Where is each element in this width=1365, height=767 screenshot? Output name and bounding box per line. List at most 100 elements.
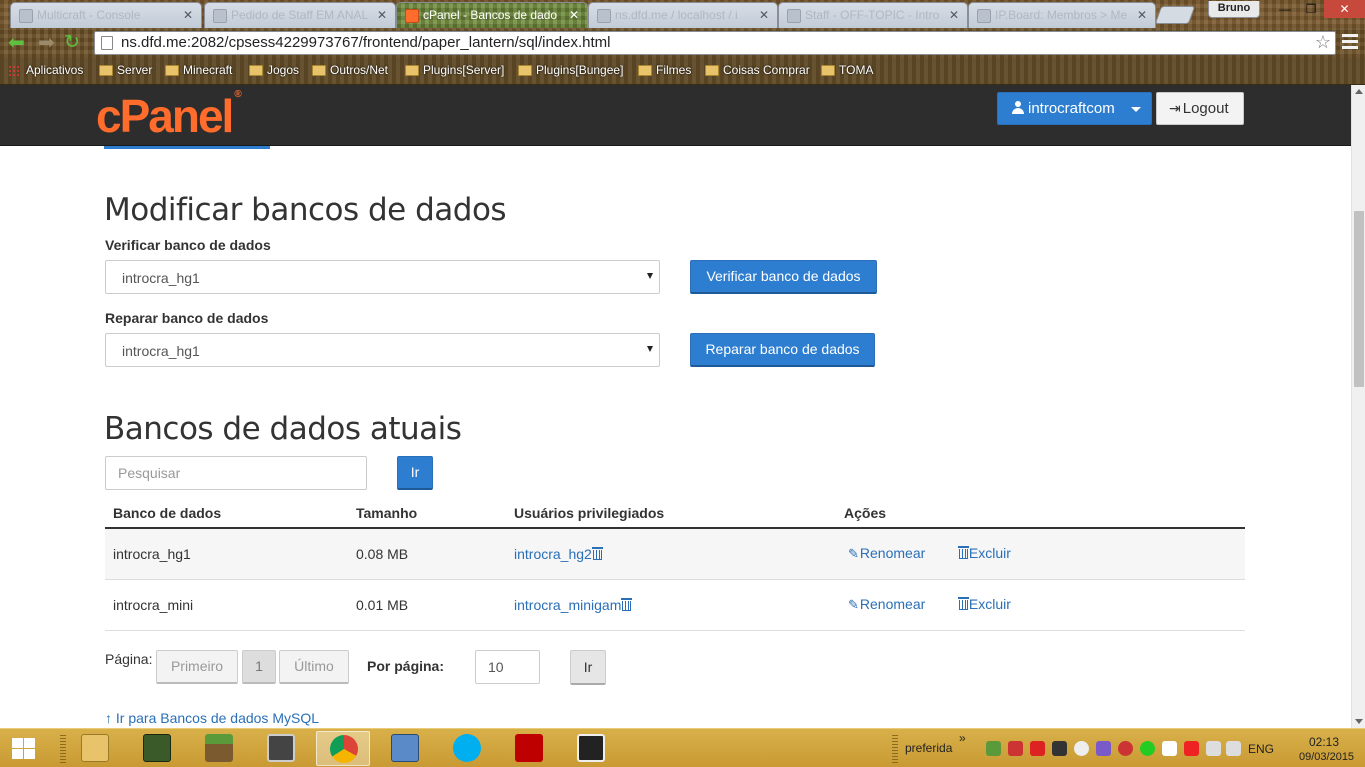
headset-icon[interactable]	[1118, 741, 1133, 756]
page-favicon-icon	[977, 9, 991, 23]
bookmark-folder[interactable]: Plugins[Bungee]	[518, 63, 623, 77]
clock-date[interactable]: 09/03/2015	[1299, 751, 1354, 763]
close-tab-icon[interactable]: ✕	[377, 8, 387, 22]
user-menu-button[interactable]: introcraftcom	[997, 92, 1152, 125]
tray-grip	[892, 733, 898, 763]
scroll-thumb[interactable]	[1354, 211, 1364, 387]
bookmark-folder[interactable]: Jogos	[249, 63, 299, 77]
network-taskbar-button[interactable]	[378, 731, 432, 766]
remove-user-trash-icon[interactable]	[621, 597, 633, 611]
file-explorer-taskbar-button[interactable]	[68, 731, 122, 766]
maximize-icon[interactable]: ❐	[1298, 0, 1324, 18]
last-page-button[interactable]: Último	[279, 650, 349, 684]
tab-staff-offtopic[interactable]: Staff - OFF-TOPIC - Intro ✕	[778, 2, 968, 28]
status-icon[interactable]	[1140, 741, 1155, 756]
delete-action[interactable]: Excluir	[957, 596, 1011, 612]
security-icon[interactable]	[986, 741, 1001, 756]
column-header-database[interactable]: Banco de dados	[105, 491, 348, 529]
check-db-select[interactable]: introcra_hg1	[105, 260, 660, 294]
privileged-user-link[interactable]: introcra_hg2	[514, 546, 592, 562]
close-tab-icon[interactable]: ✕	[183, 8, 193, 22]
network-tray-icon[interactable]	[1206, 741, 1221, 756]
cpanel-logo[interactable]: cPanel ®	[96, 89, 242, 143]
flag-icon[interactable]	[1162, 741, 1177, 756]
repair-db-select[interactable]: introcra_hg1	[105, 333, 660, 367]
partial-button-edge[interactable]	[104, 146, 270, 149]
cpanel-favicon-icon	[405, 9, 419, 23]
search-input[interactable]	[105, 456, 367, 490]
folder-icon	[821, 65, 835, 76]
battery-icon[interactable]	[1052, 741, 1067, 756]
app-tray-icon[interactable]	[1184, 741, 1199, 756]
bookmark-star-icon[interactable]: ☆	[1315, 32, 1331, 53]
terminal-taskbar-button[interactable]	[130, 731, 184, 766]
filezilla-taskbar-button[interactable]	[502, 731, 556, 766]
ball-icon[interactable]	[1074, 741, 1089, 756]
minimize-icon[interactable]: —	[1272, 0, 1298, 18]
per-page-input[interactable]: 10	[475, 650, 540, 684]
clock-time[interactable]: 02:13	[1309, 735, 1339, 749]
profile-button[interactable]: Bruno	[1208, 1, 1260, 18]
bookmark-folder[interactable]: Server	[99, 63, 152, 77]
logout-button[interactable]: ⇥ Logout	[1156, 92, 1244, 125]
minecraft-taskbar-button[interactable]	[192, 731, 246, 766]
page-scrollbar[interactable]	[1351, 85, 1365, 728]
per-page-go-button[interactable]: Ir	[570, 650, 606, 685]
bookmark-folder[interactable]: Plugins[Server]	[405, 63, 504, 77]
windows-taskbar: preferida » ENG 02:13 09/03/2015	[0, 728, 1365, 767]
reload-icon[interactable]: ↻	[64, 32, 86, 54]
skype-icon	[453, 734, 481, 762]
pen-icon[interactable]	[1096, 741, 1111, 756]
close-tab-icon[interactable]: ✕	[949, 8, 959, 22]
bookmark-aplicativos[interactable]: Aplicativos	[8, 63, 83, 77]
forward-arrow-icon[interactable]: ➡	[38, 32, 60, 54]
scroll-up-arrow-icon[interactable]	[1355, 89, 1363, 94]
column-header-size[interactable]: Tamanho	[348, 491, 506, 529]
tab-pedido-staff[interactable]: Pedido de Staff EM ANAL ✕	[204, 2, 396, 28]
current-page-button[interactable]: 1	[242, 650, 276, 684]
language-indicator[interactable]: ENG	[1248, 742, 1274, 756]
tab-label: IP.Board: Membros > Me	[995, 8, 1128, 22]
repair-db-button[interactable]: Reparar banco de dados	[690, 333, 875, 367]
tab-cpanel[interactable]: cPanel - Bancos de dado ✕	[396, 2, 588, 28]
check-db-button[interactable]: Verificar banco de dados	[690, 260, 877, 294]
first-page-button[interactable]: Primeiro	[156, 650, 238, 684]
chrome-taskbar-button[interactable]	[316, 731, 370, 766]
bookmark-label: Jogos	[267, 63, 300, 77]
privileged-user-link[interactable]: introcra_minigam	[514, 597, 621, 613]
tray-chevron-icon[interactable]: »	[959, 731, 966, 745]
tab-ipboard[interactable]: IP.Board: Membros > Me ✕	[968, 2, 1156, 28]
cpanel-header: cPanel ® introcraftcom ⇥ Logout	[0, 85, 1351, 146]
search-go-button[interactable]: Ir	[397, 456, 433, 490]
volume-icon[interactable]	[1008, 741, 1023, 756]
remove-user-trash-icon[interactable]	[591, 546, 603, 560]
rename-action[interactable]: ✎Renomear	[848, 596, 954, 613]
delete-action[interactable]: Excluir	[957, 545, 1011, 561]
back-to-mysql-link[interactable]: ↑ Ir para Bancos de dados MySQL	[105, 710, 319, 726]
bookmark-folder[interactable]: Filmes	[638, 63, 691, 77]
tab-phpmyadmin[interactable]: ns.dfd.me / localhost / i ✕	[588, 2, 778, 28]
close-tab-icon[interactable]: ✕	[759, 8, 769, 22]
speaker-icon[interactable]	[1226, 741, 1241, 756]
skype-taskbar-button[interactable]	[440, 731, 494, 766]
close-tab-icon[interactable]: ✕	[1137, 8, 1147, 22]
tab-multicraft[interactable]: Multicraft - Console ✕	[10, 2, 202, 28]
scroll-down-arrow-icon[interactable]	[1355, 719, 1363, 724]
page-favicon-icon	[787, 9, 801, 23]
bookmark-folder[interactable]: Coisas Comprar	[705, 63, 810, 77]
bookmark-folder[interactable]: Minecraft	[165, 63, 232, 77]
pdf-icon[interactable]	[1030, 741, 1045, 756]
windows-start-icon[interactable]	[12, 738, 36, 760]
monitor-taskbar-button[interactable]	[254, 731, 308, 766]
bookmark-folder[interactable]: Outros/Net	[312, 63, 388, 77]
rename-action[interactable]: ✎Renomear	[848, 545, 954, 562]
app-taskbar-button[interactable]	[564, 731, 618, 766]
logout-label: Logout	[1182, 100, 1229, 117]
bookmark-folder[interactable]: TOMA	[821, 63, 873, 77]
address-bar[interactable]: ns.dfd.me:2082/cpsess4229973767/frontend…	[94, 31, 1336, 55]
browser-menu-icon[interactable]	[1342, 34, 1358, 52]
close-window-icon[interactable]: ✕	[1324, 0, 1365, 18]
new-tab-button[interactable]	[1154, 6, 1196, 24]
back-arrow-icon[interactable]: ⬅	[8, 32, 30, 54]
close-tab-icon[interactable]: ✕	[569, 8, 579, 22]
